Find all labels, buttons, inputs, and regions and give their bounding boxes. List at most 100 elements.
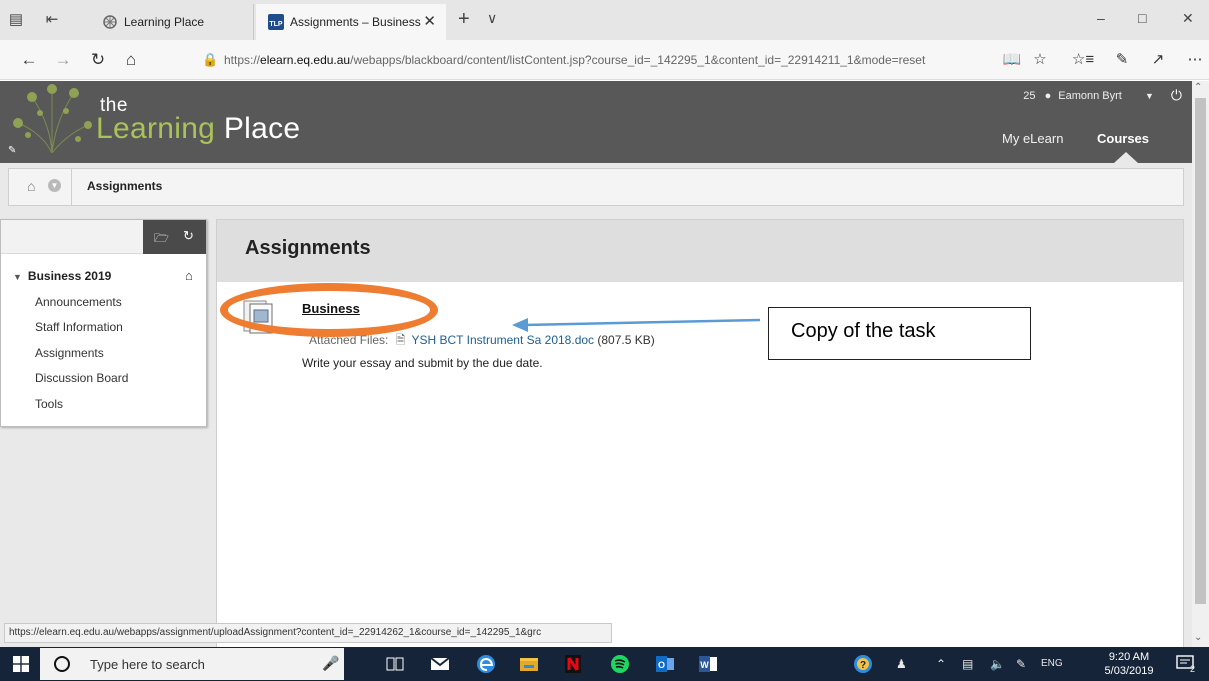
favorites-hub-icon[interactable]: ☆≡: [1071, 49, 1095, 71]
clock-time: 9:20 AM: [1108, 651, 1150, 663]
clock[interactable]: 9:20 AM 5/03/2019: [1098, 650, 1160, 678]
web-note-pen-icon[interactable]: ✎: [1110, 49, 1134, 71]
course-menu-item-assignments[interactable]: Assignments: [35, 346, 104, 360]
volume-icon[interactable]: 🔈: [990, 657, 1005, 671]
pen-workspace-icon[interactable]: ✎: [1016, 657, 1026, 671]
url-path: /webapps/blackboard/content/listContent.…: [350, 53, 926, 67]
scroll-down-icon[interactable]: ⌄: [1194, 632, 1202, 643]
outlook-icon[interactable]: O: [654, 653, 676, 675]
mail-icon[interactable]: [429, 653, 451, 675]
logout-power-icon[interactable]: ⏻: [1171, 87, 1182, 104]
spotify-icon[interactable]: [609, 653, 631, 675]
input-language[interactable]: ENG: [1041, 658, 1063, 669]
close-tab-icon[interactable]: ✕: [423, 4, 436, 40]
svg-text:W: W: [700, 660, 709, 670]
browser-tab-strip: ▤ ⇤ Learning Place TLP Assignments – Bus…: [0, 0, 1209, 40]
tab-assignments-business[interactable]: TLP Assignments – Business ✕: [256, 4, 446, 40]
edit-mode-icon[interactable]: ✎: [8, 145, 16, 156]
breadcrumb-menu-icon[interactable]: ▼: [48, 179, 61, 192]
scrollbar-thumb[interactable]: [1195, 98, 1206, 604]
logo-word-place: Place: [223, 112, 301, 145]
course-title[interactable]: ▼ Business 2019: [13, 269, 111, 283]
close-window-button[interactable]: ✕: [1182, 10, 1194, 27]
folder-view-icon[interactable]: 🗁: [154, 229, 169, 250]
people-icon[interactable]: ♟: [896, 657, 907, 671]
breadcrumb-divider: [71, 169, 72, 205]
site-header: the Learning Place ✎ 25 ● Eamonn Byrt ▼ …: [0, 81, 1192, 163]
forward-icon[interactable]: →: [51, 49, 75, 71]
network-icon[interactable]: ▤: [962, 657, 973, 671]
windows-start-icon[interactable]: [13, 656, 29, 672]
logo-word-learning: Learning: [96, 112, 216, 145]
user-menu-caret-icon[interactable]: ▼: [1145, 91, 1154, 101]
course-home-icon[interactable]: ⌂: [185, 268, 193, 283]
word-icon[interactable]: W: [697, 653, 719, 675]
course-menu-item-tools[interactable]: Tools: [35, 397, 63, 411]
cortana-icon: [54, 656, 70, 672]
attached-file-link[interactable]: YSH BCT Instrument Sa 2018.doc: [412, 333, 595, 347]
taskbar-search-input[interactable]: Type here to search 🎤: [40, 648, 344, 680]
file-explorer-icon[interactable]: [518, 653, 540, 675]
search-placeholder: Type here to search: [90, 657, 205, 672]
callout-box: Copy of the task: [768, 307, 1031, 360]
favorite-star-icon[interactable]: ☆: [1028, 49, 1052, 71]
course-menu-item-discussion-board[interactable]: Discussion Board: [35, 371, 128, 385]
address-field[interactable]: 🔒 https://elearn.eq.edu.au/webapps/black…: [202, 51, 972, 71]
collapse-caret-icon[interactable]: ▼: [13, 272, 22, 282]
show-tabs-aside-icon[interactable]: ⇤: [40, 8, 64, 32]
course-menu-item-announcements[interactable]: Announcements: [35, 295, 122, 309]
user-icon: ●: [1044, 89, 1052, 102]
refresh-icon[interactable]: ↻: [86, 49, 110, 71]
course-menu-item-staff-information[interactable]: Staff Information: [35, 320, 123, 334]
more-menu-icon[interactable]: ⋯: [1183, 49, 1207, 71]
clock-date: 5/03/2019: [1104, 665, 1154, 677]
breadcrumb-current: Assignments: [87, 179, 163, 193]
tab-title: Assignments – Business: [290, 15, 421, 29]
tab-courses[interactable]: Courses: [1097, 131, 1149, 146]
notification-count-badge: 2: [1190, 664, 1196, 674]
share-icon[interactable]: ↗: [1146, 49, 1170, 71]
course-menu-tools: 🗁 ↻: [143, 220, 206, 254]
tab-list-chevron-icon[interactable]: ∨: [487, 10, 497, 27]
new-tab-button[interactable]: +: [458, 9, 470, 29]
set-tabs-aside-icon[interactable]: ▤: [4, 8, 28, 32]
back-icon[interactable]: ←: [17, 49, 41, 71]
windows-taskbar: Type here to search 🎤 O W ? ♟ ⌃ ▤ 🔈 ✎ EN…: [0, 647, 1209, 681]
maximize-button[interactable]: □: [1138, 10, 1146, 26]
user-area: 25 ● Eamonn Byrt ▼ ⏻: [1023, 87, 1182, 103]
scroll-up-icon[interactable]: ⌃: [1194, 82, 1202, 93]
course-name: Business 2019: [27, 269, 112, 283]
file-size: (807.5 KB): [597, 333, 655, 347]
svg-text:TLP: TLP: [269, 21, 283, 28]
svg-text:O: O: [658, 660, 665, 670]
url-prefix: https://: [224, 53, 261, 67]
address-bar-row: ← → ↻ ⌂ 🔒 https://elearn.eq.edu.au/webap…: [0, 40, 1209, 80]
url-host: elearn.eq.edu.au: [260, 53, 351, 67]
callout-arrow: [512, 318, 760, 332]
page-title: Assignments: [245, 237, 371, 259]
site-logo[interactable]: Learning Place: [96, 112, 300, 146]
home-icon[interactable]: ⌂: [119, 49, 143, 71]
netflix-icon[interactable]: [562, 653, 584, 675]
content-panel: Assignments Business Attached Files: 🗎 Y…: [216, 219, 1184, 647]
assignment-description: Write your essay and submit by the due d…: [302, 356, 543, 370]
task-view-icon[interactable]: [384, 653, 406, 675]
breadcrumb: ⌂ ▼ Assignments: [8, 168, 1184, 206]
tab-learning-place[interactable]: Learning Place: [90, 4, 254, 40]
link-status-url: https://elearn.eq.edu.au/webapps/assignm…: [4, 623, 612, 643]
help-icon[interactable]: ?: [852, 653, 874, 675]
show-hidden-icons-chevron-icon[interactable]: ⌃: [936, 657, 946, 671]
refresh-menu-icon[interactable]: ↻: [183, 228, 194, 244]
highlight-ellipse: [220, 283, 438, 337]
course-menu: 🗁 ↻ ▼ Business 2019 ⌂ Announcements Staff…: [0, 219, 207, 427]
microphone-icon[interactable]: 🎤: [322, 655, 339, 672]
tab-my-elearn[interactable]: My eLearn: [1002, 131, 1063, 146]
tab-title: Learning Place: [124, 15, 205, 29]
notification-count[interactable]: 25: [1023, 90, 1035, 102]
reading-view-icon[interactable]: 📖: [1000, 49, 1024, 71]
minimize-button[interactable]: –: [1097, 10, 1105, 26]
user-name[interactable]: Eamonn Byrt: [1058, 90, 1122, 102]
breadcrumb-home-icon[interactable]: ⌂: [27, 178, 35, 194]
active-tab-indicator: [1114, 152, 1138, 163]
edge-browser-icon[interactable]: [475, 653, 497, 675]
